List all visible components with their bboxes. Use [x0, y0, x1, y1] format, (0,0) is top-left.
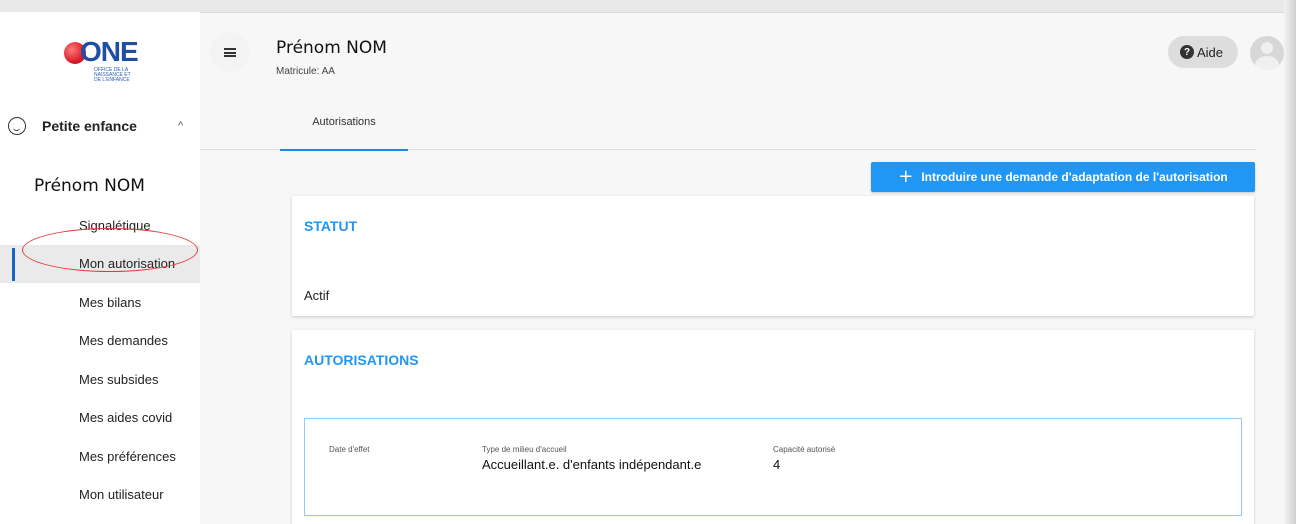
section-petite-enfance[interactable]: Petite enfance ^ [8, 114, 198, 138]
tab-bar: Autorisations [200, 94, 1256, 151]
add-adaptation-request-label: Introduire une demande d'adaptation de l… [921, 170, 1228, 184]
avatar[interactable] [1250, 36, 1284, 70]
help-icon: ? [1180, 45, 1194, 59]
sidebar-item-mes-bilans[interactable]: Mes bilans [0, 283, 200, 322]
autorisation-entry: Date d'effet Type de milieu d'accueil Ac… [304, 418, 1242, 516]
sidebar-item-mon-utilisateur[interactable]: Mon utilisateur [0, 476, 200, 515]
logo-subtitle: OFFICE DE LA NAISSANCE ET DE L'ENFANCE [94, 67, 131, 83]
baby-face-icon [8, 117, 26, 135]
sidebar-item-mes-subsides[interactable]: Mes subsides [0, 360, 200, 399]
window-edge [1284, 0, 1296, 524]
sidebar-nav: Signalétique Mon autorisation Mes bilans… [0, 206, 200, 514]
hamburger-icon [224, 47, 236, 57]
autorisations-title: AUTORISATIONS [304, 352, 419, 368]
field-value: 4 [773, 457, 781, 472]
statut-card: STATUT Actif [292, 196, 1254, 316]
plus-icon: + [898, 166, 914, 187]
statut-title: STATUT [304, 218, 358, 234]
add-adaptation-request-button[interactable]: + Introduire une demande d'adaptation de… [871, 162, 1255, 192]
tab-autorisations[interactable]: Autorisations [280, 94, 408, 151]
sidebar-item-mes-aides-covid[interactable]: Mes aides covid [0, 399, 200, 438]
help-label: Aide [1197, 44, 1224, 60]
field-value: Accueillant.e. d'enfants indépendant.e [482, 457, 702, 472]
one-logo[interactable]: ONE OFFICE DE LA NAISSANCE ET DE L'ENFAN… [64, 34, 139, 83]
chevron-up-icon[interactable]: ^ [178, 120, 183, 132]
matricule-text: Matricule: AA [276, 66, 335, 77]
sidebar-item-signaletique[interactable]: Signalétique [0, 206, 200, 245]
field-type-milieu: Type de milieu d'accueil Accueillant.e. … [482, 445, 701, 472]
field-capacite: Capacité autorisé 4 [773, 445, 835, 472]
sidebar-item-mes-demandes[interactable]: Mes demandes [0, 322, 200, 361]
menu-button[interactable] [210, 32, 250, 72]
page-title: Prénom NOM [276, 38, 387, 58]
section-label: Petite enfance [42, 118, 137, 134]
help-button[interactable]: ? Aide [1168, 36, 1238, 68]
field-date-effet: Date d'effet [329, 445, 370, 457]
field-label: Date d'effet [329, 445, 370, 454]
sidebar-item-mes-preferences[interactable]: Mes préférences [0, 437, 200, 476]
sidebar-item-mon-autorisation[interactable]: Mon autorisation [0, 244, 200, 283]
autorisations-card: AUTORISATIONS Date d'effet Type de milie… [292, 330, 1254, 524]
sidebar-person-name: Prénom NOM [34, 176, 145, 196]
field-label: Type de milieu d'accueil [482, 445, 567, 454]
logo-text: ONE [80, 36, 139, 67]
statut-value: Actif [304, 288, 330, 303]
field-label: Capacité autorisé [773, 445, 836, 454]
sidebar: ONE OFFICE DE LA NAISSANCE ET DE L'ENFAN… [0, 12, 200, 524]
